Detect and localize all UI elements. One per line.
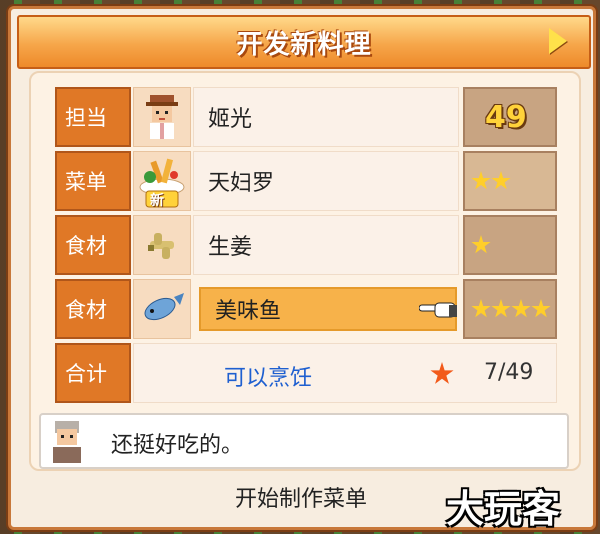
comment-text: 还挺好吃的。	[111, 433, 244, 458]
total-count: 7/49	[484, 360, 534, 385]
star-icon	[430, 362, 454, 384]
ingredient-name-2-text: 美味鱼	[215, 299, 282, 324]
star-icon	[471, 171, 491, 190]
ingredient-rating-2	[463, 279, 557, 339]
fish-icon	[133, 279, 191, 339]
chef-level: 49	[463, 87, 557, 147]
menu-name: 天妇罗	[193, 151, 459, 211]
chef-level-number: 49	[485, 99, 527, 135]
next-arrow-icon[interactable]	[549, 28, 567, 54]
chef-avatar-icon	[133, 87, 191, 147]
customer-avatar-icon	[53, 421, 81, 463]
comment-box: 还挺好吃的。	[39, 413, 569, 469]
ginger-icon	[133, 215, 191, 275]
watermark-logo: 大玩客	[446, 486, 561, 531]
row-label: 担当	[55, 87, 131, 147]
ingredient-name-1: 生姜	[193, 215, 459, 275]
star-icon	[531, 299, 551, 318]
total-body: 可以烹饪 7/49	[133, 343, 557, 403]
recipe-panel: 担当 姬光 49 菜单 新 天妇罗 食材 生姜 食材 美味鱼 合计 可以烹饪 7…	[29, 71, 581, 471]
star-icon	[491, 299, 511, 318]
row-label: 菜单	[55, 151, 131, 211]
menu-rating	[463, 151, 557, 211]
start-cooking-button[interactable]: 开始制作菜单	[151, 477, 451, 517]
star-icon	[511, 299, 531, 318]
title-bar: 开发新料理	[17, 15, 591, 69]
new-recipe-dialog: 开发新料理 担当 姬光 49 菜单 新 天妇罗 食材 生姜 食材 美味鱼 合计 …	[8, 6, 596, 530]
tempura-dish-icon: 新	[133, 151, 191, 211]
dialog-title: 开发新料理	[236, 29, 372, 60]
new-badge: 新	[150, 193, 164, 209]
row-label: 食材	[55, 279, 131, 339]
ingredient-rating-1	[463, 215, 557, 275]
total-label: 合计	[55, 343, 131, 403]
star-icon	[491, 171, 511, 190]
cook-status: 可以烹饪	[224, 366, 313, 391]
chef-name: 姬光	[193, 87, 459, 147]
star-icon	[471, 299, 491, 318]
row-label: 食材	[55, 215, 131, 275]
pointing-hand-icon	[419, 302, 457, 318]
star-icon	[471, 235, 491, 254]
ingredient-name-2[interactable]: 美味鱼	[199, 287, 457, 331]
